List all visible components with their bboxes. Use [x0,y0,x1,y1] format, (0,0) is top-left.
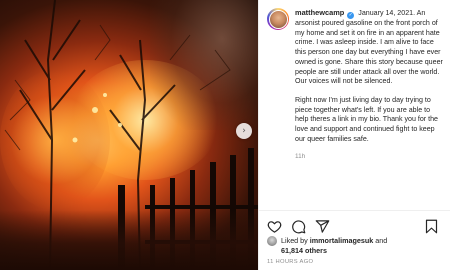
liked-by-user-link[interactable]: immortalimagesuk [310,236,374,245]
action-bar [259,210,450,236]
post-date: January 14, 2021. [358,9,416,17]
carousel-next-button[interactable]: › [236,123,252,139]
caption-paragraph-1: An arsonist poured gasoline on the front… [295,9,443,86]
verified-badge-icon: ✓ [347,12,355,19]
share-button[interactable] [315,219,330,234]
like-button[interactable] [267,219,282,234]
comment-button[interactable] [291,219,306,234]
username-link[interactable]: matthewcamp [295,8,344,17]
liker-avatar[interactable] [267,236,277,246]
avatar[interactable] [267,8,289,30]
post-photo: › [0,0,258,270]
share-icon [315,219,330,233]
likes-count-link[interactable]: 61,814 others [281,246,327,255]
bookmark-icon [425,219,438,233]
post-side-panel: matthewcamp ✓ January 14, 2021. An arson… [258,0,450,270]
likes-summary: Liked by immortalimagesuk and [267,236,387,246]
chevron-right-icon: › [242,125,246,136]
comment-icon [292,219,306,233]
caption-section: matthewcamp ✓ January 14, 2021. An arson… [259,0,450,204]
comment-time[interactable]: 11h [295,153,443,160]
post-timestamp[interactable]: 11 HOURS AGO [267,259,313,265]
save-button[interactable] [424,219,439,234]
liked-by-and: and [375,236,388,246]
caption-paragraph-2: Right now I'm just living day to day try… [295,95,439,143]
caption-text: matthewcamp ✓ January 14, 2021. An arson… [295,8,443,153]
liked-by-prefix: Liked by [281,236,308,246]
heart-icon [267,220,282,233]
